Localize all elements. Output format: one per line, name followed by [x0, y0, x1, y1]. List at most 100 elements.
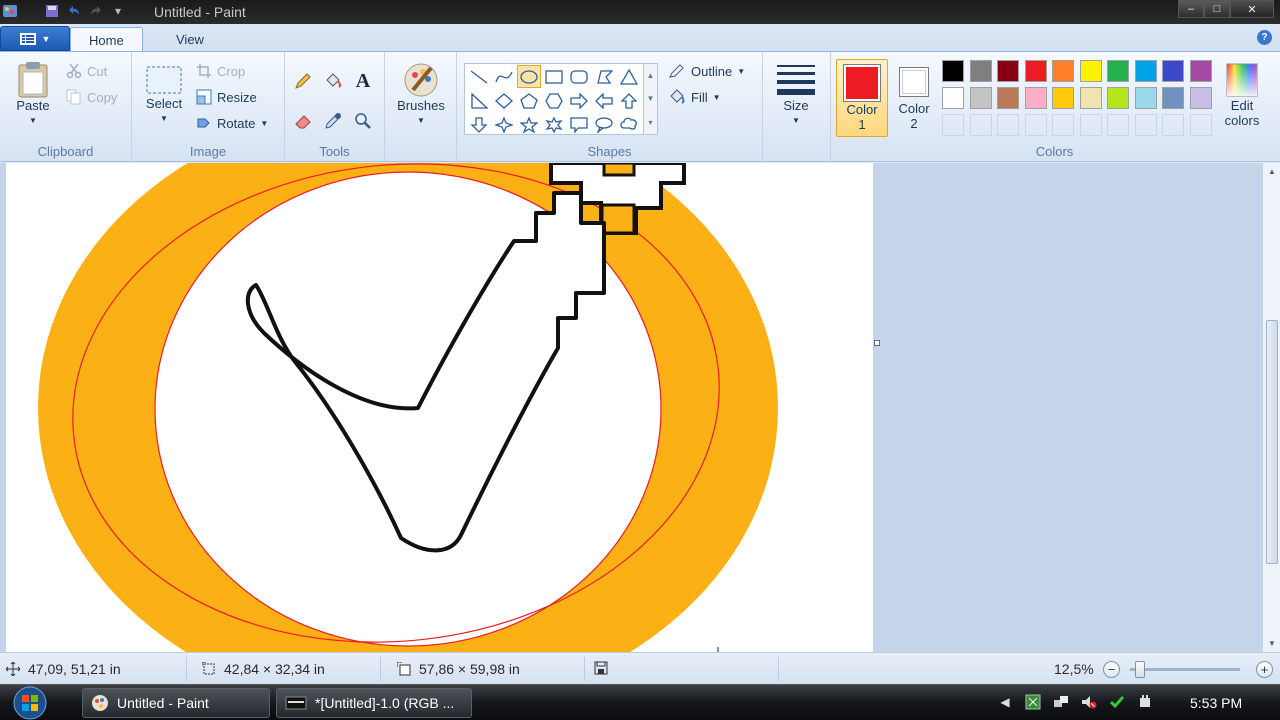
drawing-canvas[interactable] — [6, 163, 873, 652]
right-arrow-shape[interactable] — [567, 89, 591, 112]
rectangle-shape[interactable] — [542, 65, 566, 88]
maximize-button[interactable]: □ — [1204, 0, 1230, 18]
outline-button[interactable]: Outline ▼ — [668, 63, 745, 79]
size-button[interactable]: Size ▼ — [771, 62, 821, 128]
palette-empty-slot[interactable] — [1189, 114, 1212, 136]
hexagon-shape[interactable] — [542, 89, 566, 112]
pencil-tool[interactable] — [290, 68, 316, 94]
security-check-icon[interactable] — [1108, 693, 1126, 711]
minimize-button[interactable]: – — [1178, 0, 1204, 18]
palette-swatch[interactable] — [1052, 87, 1074, 109]
zoom-slider-track[interactable] — [1130, 668, 1240, 671]
copy-button[interactable]: Copy — [66, 89, 117, 105]
network-icon[interactable] — [1052, 693, 1070, 711]
palette-swatch[interactable] — [1024, 60, 1047, 82]
eraser-tool[interactable] — [290, 108, 316, 134]
right-triangle-shape[interactable] — [467, 89, 491, 112]
polygon-shape[interactable] — [592, 65, 616, 88]
palette-swatch[interactable] — [997, 60, 1019, 82]
tab-home[interactable]: Home — [70, 27, 143, 52]
oval-shape[interactable] — [517, 65, 541, 88]
palette-swatch[interactable] — [1134, 60, 1157, 82]
six-point-star-shape[interactable] — [542, 113, 566, 136]
paint-menu-button[interactable]: ▼ — [0, 26, 70, 51]
left-arrow-shape[interactable] — [592, 89, 616, 112]
pentagon-shape[interactable] — [517, 89, 541, 112]
edit-colors-button[interactable]: Edit colors — [1218, 62, 1266, 128]
palette-empty-slot[interactable] — [1024, 114, 1047, 136]
palette-swatch[interactable] — [942, 60, 964, 82]
cloud-callout-shape[interactable] — [617, 113, 641, 136]
oval-callout-shape[interactable] — [592, 113, 616, 136]
zoom-slider-thumb[interactable] — [1135, 661, 1145, 678]
expand-gallery-icon[interactable]: ▾ — [648, 118, 652, 127]
canvas-resize-handle[interactable] — [874, 340, 880, 346]
paint-app-icon[interactable] — [2, 3, 18, 19]
curve-shape[interactable] — [492, 65, 516, 88]
palette-swatch[interactable] — [1189, 60, 1212, 82]
zoom-in-button[interactable]: + — [1256, 661, 1273, 678]
palette-swatch[interactable] — [1134, 87, 1157, 109]
five-point-star-shape[interactable] — [517, 113, 541, 136]
cut-button[interactable]: Cut — [66, 63, 107, 79]
palette-empty-slot[interactable] — [1079, 114, 1102, 136]
shapes-gallery-scroll[interactable]: ▲ ▼ ▾ — [644, 63, 658, 135]
undo-icon[interactable] — [66, 3, 82, 19]
paste-button[interactable]: Paste ▼ — [12, 60, 54, 128]
zoom-out-button[interactable]: − — [1103, 661, 1120, 678]
palette-swatch[interactable] — [1024, 87, 1047, 109]
rounded-rectangle-shape[interactable] — [567, 65, 591, 88]
palette-swatch[interactable] — [1079, 60, 1102, 82]
customize-toolbar-icon[interactable]: ▾ — [110, 3, 126, 19]
show-hidden-icons-icon[interactable]: ◀ — [996, 693, 1014, 711]
rect-callout-shape[interactable] — [567, 113, 591, 136]
crop-button[interactable]: Crop — [196, 63, 245, 79]
palette-swatch[interactable] — [1107, 60, 1129, 82]
magnifier-tool[interactable] — [350, 108, 376, 134]
palette-empty-slot[interactable] — [969, 114, 992, 136]
palette-empty-slot[interactable] — [1052, 114, 1074, 136]
line-shape[interactable] — [467, 65, 491, 88]
scrollbar-thumb[interactable] — [1266, 320, 1278, 564]
triangle-shape[interactable] — [617, 65, 641, 88]
start-button[interactable] — [10, 685, 50, 720]
palette-swatch[interactable] — [1052, 60, 1074, 82]
up-arrow-shape[interactable] — [617, 89, 641, 112]
taskbar-item-paint[interactable]: Untitled - Paint — [82, 688, 270, 718]
fill-tool[interactable] — [320, 68, 346, 94]
palette-empty-slot[interactable] — [1107, 114, 1129, 136]
scroll-up-icon[interactable]: ▲ — [647, 71, 655, 80]
palette-empty-slot[interactable] — [997, 114, 1019, 136]
color-picker-tool[interactable] — [320, 108, 346, 134]
palette-swatch[interactable] — [969, 60, 992, 82]
power-icon[interactable] — [1136, 693, 1154, 711]
resize-button[interactable]: Resize — [196, 89, 257, 105]
palette-swatch[interactable] — [997, 87, 1019, 109]
palette-swatch[interactable] — [1162, 60, 1184, 82]
down-arrow-shape[interactable] — [467, 113, 491, 136]
help-button[interactable]: ? — [1257, 30, 1272, 45]
text-tool[interactable]: A — [350, 68, 376, 94]
close-button[interactable]: ✕ — [1230, 0, 1274, 18]
save-icon[interactable] — [44, 3, 60, 19]
scroll-down-icon[interactable]: ▼ — [647, 94, 655, 103]
redo-icon[interactable] — [88, 3, 104, 19]
palette-swatch[interactable] — [1107, 87, 1129, 109]
palette-swatch[interactable] — [942, 87, 964, 109]
palette-empty-slot[interactable] — [1134, 114, 1157, 136]
vertical-scrollbar[interactable]: ▲ ▼ — [1262, 163, 1280, 652]
palette-swatch[interactable] — [1162, 87, 1184, 109]
fill-button[interactable]: Fill ▼ — [668, 89, 721, 105]
volume-muted-icon[interactable] — [1080, 693, 1098, 711]
scroll-down-arrow-icon[interactable]: ▼ — [1263, 639, 1280, 648]
taskbar-item-gimp[interactable]: *[Untitled]-1.0 (RGB ... — [276, 688, 472, 718]
palette-swatch[interactable] — [1189, 87, 1212, 109]
select-button[interactable]: Select ▼ — [140, 64, 188, 126]
palette-empty-slot[interactable] — [1162, 114, 1184, 136]
diamond-shape[interactable] — [492, 89, 516, 112]
palette-swatch[interactable] — [1079, 87, 1102, 109]
palette-empty-slot[interactable] — [942, 114, 964, 136]
rotate-button[interactable]: Rotate ▼ — [196, 115, 268, 131]
scroll-up-arrow-icon[interactable]: ▲ — [1263, 167, 1280, 176]
tab-view[interactable]: View — [158, 27, 222, 52]
